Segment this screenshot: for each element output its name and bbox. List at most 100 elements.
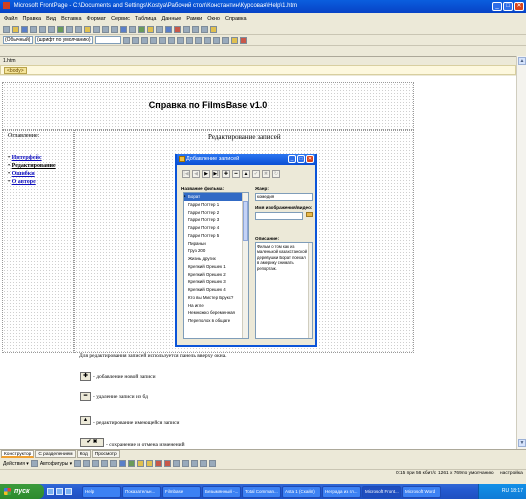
task-help[interactable]: Help [82,485,121,498]
select-arrow-icon[interactable] [30,460,38,467]
menu-insert[interactable]: Вставка [61,16,81,22]
redo-icon[interactable] [111,25,118,33]
status-mode[interactable]: по умолчанию [462,470,494,478]
fill-color-icon[interactable] [146,460,154,467]
show-desktop-icon[interactable] [47,488,54,495]
editor-vertical-scrollbar[interactable]: ▲ ▼ [516,56,526,449]
task-presentation[interactable]: Показательн... [122,485,161,498]
dialog-screenshot[interactable]: Добавление записей _ □ ✕ |◀ ◀ ▶ ▶| ✚ ━ ▲… [175,154,317,347]
bullets-icon[interactable] [195,36,202,44]
scroll-down-icon[interactable]: ▼ [518,439,526,447]
insert-picture-icon[interactable] [147,25,154,33]
close-button[interactable]: ✕ [514,2,524,11]
menu-view[interactable]: Вид [46,16,56,22]
drawing-icon[interactable] [156,25,163,33]
tray-clock[interactable]: RU 18:17 [502,488,523,494]
font-dropdown[interactable]: (шрифт по умолчанию) [35,36,93,44]
preview-icon[interactable] [48,25,55,33]
toc-link-errors[interactable]: Ошибки [12,171,35,177]
spelling-icon[interactable] [57,25,64,33]
menu-frames[interactable]: Рамки [186,16,202,22]
print-icon[interactable] [39,25,46,33]
oval-icon[interactable] [101,460,109,467]
decrease-indent-icon[interactable] [204,36,211,44]
picture-icon[interactable] [137,460,145,467]
italic-icon[interactable] [132,36,139,44]
maximize-button[interactable]: □ [503,2,513,11]
increase-indent-icon[interactable] [213,36,220,44]
numbering-icon[interactable] [186,36,193,44]
tab-preview[interactable]: Просмотр [91,450,120,458]
autoshapes-menu[interactable]: Автофигуры ▾ [40,461,72,467]
media-icon[interactable] [65,488,72,495]
size-dropdown[interactable] [95,36,121,44]
menu-format[interactable]: Формат [87,16,107,22]
task-skype[interactable]: Asta 1 (Скайп) [282,485,321,498]
publish-icon[interactable] [30,25,37,33]
paste-icon[interactable] [84,25,91,33]
justify-icon[interactable] [177,36,184,44]
clipart-icon[interactable] [128,460,136,467]
insert-table-icon[interactable] [129,25,136,33]
rectangle-icon[interactable] [92,460,100,467]
3d-icon[interactable] [209,460,217,467]
borders-icon[interactable] [222,36,229,44]
task-word[interactable]: Microsoft Word [402,485,441,498]
shadow-icon[interactable] [200,460,208,467]
task-reward[interactable]: Неграда из гл... [322,485,361,498]
wordart-icon[interactable] [119,460,127,467]
arrow-icon[interactable] [83,460,91,467]
draw-font-color-icon[interactable] [164,460,172,467]
underline-icon[interactable] [141,36,148,44]
font-color-icon[interactable] [240,36,247,44]
task-frontpage[interactable]: Microsoft Front... [362,485,401,498]
undo-icon[interactable] [102,25,109,33]
arrow-style-icon[interactable] [191,460,199,467]
menu-data[interactable]: Данные [162,16,182,22]
tab-code[interactable]: Код [76,450,91,458]
scroll-up-icon[interactable]: ▲ [518,57,526,65]
toc-link-interface[interactable]: Интерфейс [12,155,42,161]
tab-design[interactable]: Конструктор [1,450,35,458]
menu-table[interactable]: Таблица [135,16,157,22]
new-page-icon[interactable] [3,25,10,33]
menu-window[interactable]: Окно [207,16,220,22]
cut-icon[interactable] [66,25,73,33]
align-left-icon[interactable] [150,36,157,44]
format-painter-icon[interactable] [93,25,100,33]
status-custom[interactable]: настройка [500,470,523,478]
insert-layer-icon[interactable] [138,25,145,33]
line-style-icon[interactable] [173,460,181,467]
tab-split[interactable]: С разделением [35,450,76,458]
show-all-icon[interactable] [201,25,208,33]
save-icon[interactable] [21,25,28,33]
bold-icon[interactable] [123,36,130,44]
folder-list-icon[interactable] [192,25,199,33]
refresh-icon[interactable] [174,25,181,33]
draw-actions-menu[interactable]: Действия ▾ [3,461,29,467]
align-right-icon[interactable] [168,36,175,44]
menu-tools[interactable]: Сервис [111,16,130,22]
task-filmbase[interactable]: Filmbase [162,485,201,498]
help-icon[interactable] [210,25,217,33]
document-tab[interactable]: 1.htm [0,56,526,65]
web-component-icon[interactable] [120,25,127,33]
copy-icon[interactable] [75,25,82,33]
task-total-commander[interactable]: Total Comman... [242,485,281,498]
editor-canvas[interactable]: Справка по FilmsBase v1.0 Оглавление: Ре… [0,76,516,449]
task-untitled[interactable]: Безымянный -... [202,485,241,498]
toc-link-author[interactable]: О авторе [12,179,36,185]
menu-help[interactable]: Справка [225,16,247,22]
style-dropdown[interactable]: (Обычный) [3,36,33,44]
align-center-icon[interactable] [159,36,166,44]
line-icon[interactable] [74,460,82,467]
menu-file[interactable]: Файл [4,16,18,22]
hyperlink-icon[interactable] [165,25,172,33]
body-tag[interactable]: <body> [4,67,27,74]
open-folder-icon[interactable] [12,25,19,33]
minimize-button[interactable]: _ [492,2,502,11]
textbox-icon[interactable] [110,460,118,467]
line-color-icon[interactable] [155,460,163,467]
browser-icon[interactable] [56,488,63,495]
status-resolution[interactable]: 1261 x 769 [438,470,462,478]
